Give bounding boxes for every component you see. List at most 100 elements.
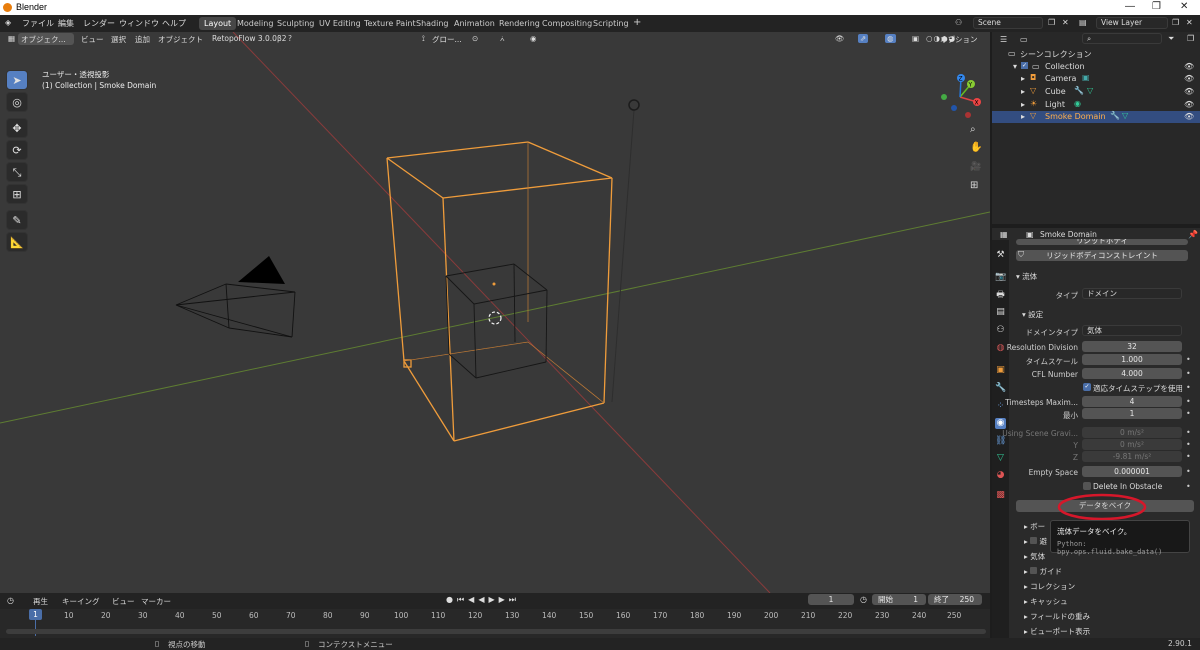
visibility-icon[interactable]: 👁 <box>835 34 845 43</box>
keyframe-dot-icon[interactable]: • <box>1186 482 1191 491</box>
outliner-row-cube[interactable]: ▸ ▽ Cube 🔧 ▽ 👁 <box>992 86 1200 98</box>
menu-window[interactable]: ウィンドウ <box>119 18 159 29</box>
select-tool[interactable]: ➤ <box>6 70 28 90</box>
expand-arrow-icon[interactable]: ▾ <box>1013 62 1017 71</box>
min-field[interactable]: 1 <box>1082 408 1182 419</box>
render-tab-icon[interactable]: 📷 <box>995 272 1006 283</box>
outliner-search-input[interactable]: ⌕ <box>1082 33 1162 44</box>
start-frame-field[interactable]: 開始 1 <box>872 594 926 605</box>
timesteps-max-field[interactable]: 4 <box>1082 396 1182 407</box>
editor-type-icon[interactable]: ▦ <box>8 34 15 43</box>
visibility-eye-icon[interactable]: 👁 <box>1184 112 1194 121</box>
menu-add[interactable]: 追加 <box>135 34 150 45</box>
checkbox-checked-icon[interactable]: ✓ <box>1021 62 1029 69</box>
pivot-icon[interactable]: ⊙ <box>472 34 478 43</box>
gizmo-toggle-icon[interactable]: ⇗ <box>858 34 869 43</box>
new-view-layer-icon[interactable]: ❐ <box>1172 18 1179 27</box>
menu-timeline-view[interactable]: ビュー <box>112 596 135 607</box>
outliner-row-smoke-domain[interactable]: ▸ ▽ Smoke Domain 🔧 ▽ 👁 <box>992 111 1200 123</box>
view-layer-selector[interactable]: View Layer <box>1096 17 1168 29</box>
scene-selector[interactable]: Scene <box>973 17 1043 29</box>
tab-scripting[interactable]: Scripting <box>588 17 634 30</box>
mode-selector[interactable]: オブジェク... <box>18 33 74 45</box>
keyframe-dot-icon[interactable]: • <box>1186 467 1191 476</box>
menu-edit[interactable]: 編集 <box>58 18 74 29</box>
new-scene-icon[interactable]: ❐ <box>1048 18 1055 27</box>
outliner-editor-icon[interactable]: ☰ <box>1000 35 1007 44</box>
add-workspace-button[interactable]: + <box>628 15 646 28</box>
help-icon[interactable]: ? <box>288 34 292 43</box>
rotate-tool[interactable]: ⟳ <box>6 140 28 160</box>
outliner-row-light[interactable]: ▸ ☀ Light ◉ 👁 <box>992 99 1200 111</box>
outliner-row-collection[interactable]: ▾ ✓ ▭ Collection 👁 <box>992 61 1200 73</box>
menu-keying[interactable]: キーイング <box>62 596 100 607</box>
annotate-tool[interactable]: ✎ <box>6 210 28 230</box>
settings-panel-header[interactable]: ▾ 設定 <box>1022 309 1043 320</box>
keyframe-dot-icon[interactable]: • <box>1186 369 1191 378</box>
xray-icon[interactable]: ▣ <box>912 34 919 43</box>
timeline-editor-icon[interactable]: ◷ <box>7 596 14 605</box>
minimize-button[interactable]: — <box>1125 1 1135 12</box>
tab-shading[interactable]: Shading <box>411 17 454 30</box>
timeline-scrollbar[interactable] <box>6 629 986 634</box>
timescale-field[interactable]: 1.000 <box>1082 354 1182 365</box>
empty-space-field[interactable]: 0.000001 <box>1082 466 1182 477</box>
rigid-body-constraint-button[interactable]: リジッドボディコンストレイント <box>1016 250 1188 261</box>
cfl-field[interactable]: 4.000 <box>1082 368 1182 379</box>
filter-icon[interactable]: ⏷ <box>1168 34 1174 44</box>
clock-icon[interactable]: ◷ <box>860 595 867 604</box>
keyframe-dot-icon[interactable]: • <box>1186 440 1191 449</box>
scale-tool[interactable]: ⤡ <box>6 162 28 182</box>
view-layer-tab-icon[interactable]: ▤ <box>995 307 1006 318</box>
transform-orientation-selector[interactable]: グロー... <box>432 34 462 45</box>
subpanel-border[interactable]: ▸ ボー <box>1024 521 1045 532</box>
fluid-panel-header[interactable]: ▾ 流体 <box>1016 271 1037 282</box>
tab-sculpting[interactable]: Sculpting <box>272 17 319 30</box>
remove-view-layer-icon[interactable]: ✕ <box>1186 18 1193 27</box>
outliner-row-scene-collection[interactable]: ▭ シーンコレクション <box>992 48 1200 60</box>
subpanel-collections[interactable]: ▸ コレクション <box>1024 581 1075 592</box>
keyframe-dot-icon[interactable]: • <box>1186 452 1191 461</box>
adaptive-timesteps-checkbox[interactable]: ✓ <box>1083 383 1091 391</box>
new-collection-icon[interactable]: ❐ <box>1187 34 1194 43</box>
menu-marker[interactable]: マーカー <box>141 596 171 607</box>
pin-icon[interactable]: 📌 <box>1188 230 1198 239</box>
outliner-row-camera[interactable]: ▸ ◘ Camera ▣ 👁 <box>992 73 1200 85</box>
end-frame-field[interactable]: 終了 250 <box>928 594 982 605</box>
cursor-tool[interactable]: ◎ <box>6 92 28 112</box>
playback-controls[interactable]: ●⏮◀◀▶▶⏭ <box>446 595 520 605</box>
transform-tool[interactable]: ⊞ <box>6 184 28 204</box>
pan-hand-icon[interactable]: ✋ <box>970 142 982 153</box>
domain-type-dropdown[interactable]: 気体 <box>1082 325 1182 336</box>
keyframe-dot-icon[interactable]: • <box>1186 428 1191 437</box>
blender-menu-icon[interactable]: ◈ <box>5 18 11 27</box>
options-menu[interactable]: オプション <box>940 34 978 45</box>
subpanel-collisions[interactable]: ▸ 避 <box>1024 536 1047 547</box>
subpanel-field-weights[interactable]: ▸ フィールドの重み <box>1024 611 1090 622</box>
subpanel-cache[interactable]: ▸ キャッシュ <box>1024 596 1068 607</box>
visibility-eye-icon[interactable]: 👁 <box>1184 87 1194 96</box>
camera-view-icon[interactable]: 🎥 <box>970 162 981 172</box>
zoom-icon[interactable]: ⌕ <box>970 124 976 135</box>
retopoflow-menu[interactable]: RetopoFlow 3.0.0β2 <box>212 34 287 43</box>
properties-editor-icon[interactable]: ▦ <box>1000 230 1008 239</box>
ortho-toggle-icon[interactable]: ⊞ <box>970 180 978 191</box>
snap-icon[interactable]: ⩑ <box>500 34 505 44</box>
expand-arrow-icon[interactable]: ▸ <box>1021 74 1025 83</box>
menu-file[interactable]: ファイル <box>22 18 54 29</box>
keyframe-dot-icon[interactable]: • <box>1186 397 1191 406</box>
overlay-toggle-icon[interactable]: ◍ <box>885 34 896 43</box>
navigation-gizmo[interactable]: X Y Z <box>935 72 985 122</box>
playhead[interactable]: 1 <box>29 609 42 620</box>
tab-animation[interactable]: Animation <box>449 17 500 30</box>
menu-object[interactable]: オブジェクト <box>158 34 203 45</box>
visibility-eye-icon[interactable]: 👁 <box>1184 62 1194 71</box>
menu-playback[interactable]: 再生 <box>33 596 48 607</box>
expand-arrow-icon[interactable]: ▸ <box>1021 112 1025 121</box>
expand-arrow-icon[interactable]: ▸ <box>1021 100 1025 109</box>
delete-obstacle-checkbox[interactable] <box>1083 482 1091 490</box>
display-mode-icon[interactable]: ▭ <box>1020 35 1028 44</box>
keyframe-dot-icon[interactable]: • <box>1186 355 1191 364</box>
modifier-tab-icon[interactable]: 🔧 <box>995 383 1006 394</box>
remove-scene-icon[interactable]: ✕ <box>1062 18 1069 27</box>
